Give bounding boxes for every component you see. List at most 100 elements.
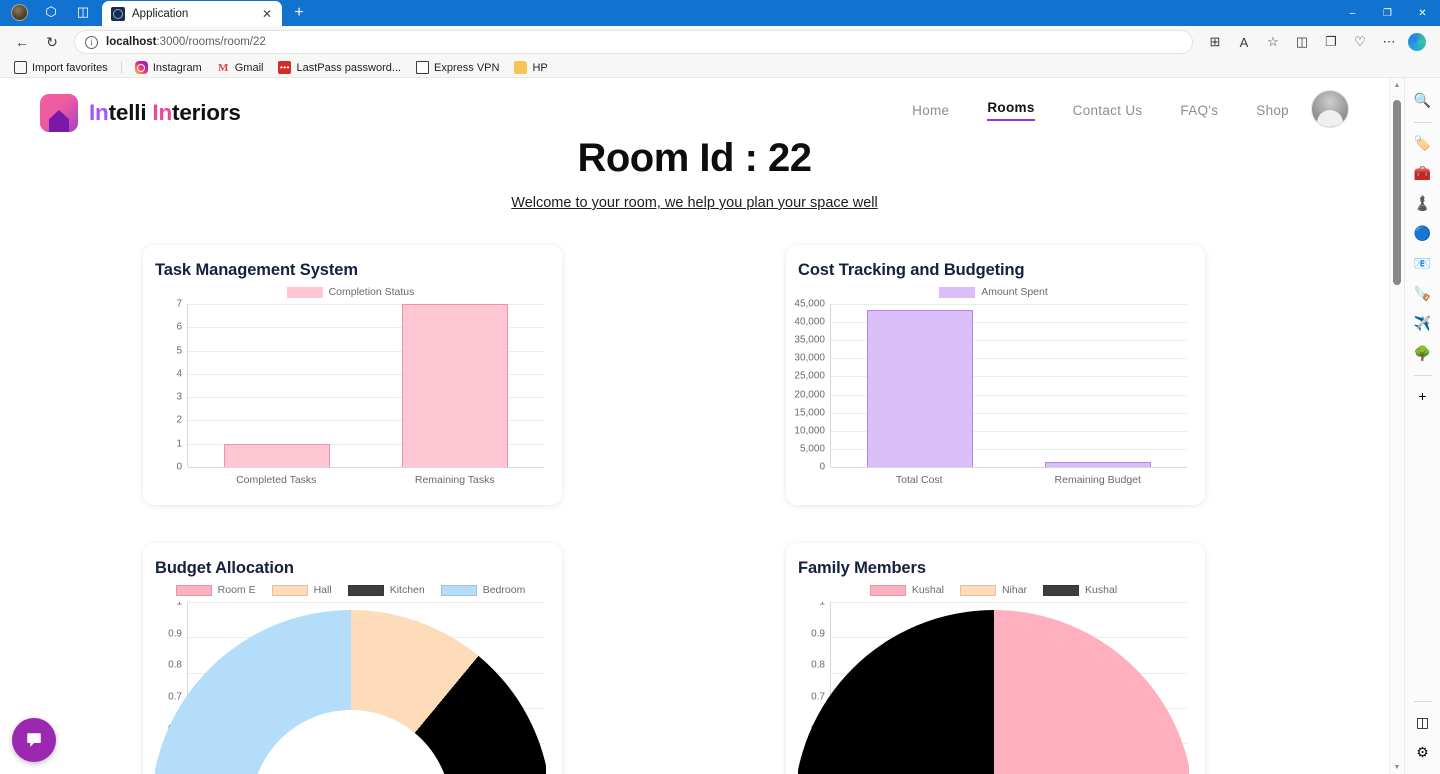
- chart-legend: Amount Spent: [798, 286, 1189, 298]
- browser-essentials-icon[interactable]: ♡: [1346, 29, 1374, 55]
- bars: [831, 304, 1187, 467]
- scroll-down-arrow-icon[interactable]: ▼: [1390, 760, 1404, 774]
- split-tabs-icon[interactable]: ⊞: [1201, 29, 1229, 55]
- bookmark-lastpass[interactable]: ••• LastPass password...: [272, 60, 407, 75]
- bookmark-gmail[interactable]: M Gmail: [211, 60, 270, 75]
- maximize-button[interactable]: ❐: [1370, 0, 1405, 26]
- bar-column[interactable]: [1009, 304, 1187, 467]
- y-tick-label: 1: [176, 602, 182, 608]
- legend-swatch: [869, 584, 906, 596]
- copilot-icon[interactable]: 🔵: [1409, 219, 1437, 247]
- shopping-tag-icon[interactable]: 🏷️: [1409, 129, 1437, 157]
- y-tick-label: 0.8: [811, 659, 825, 671]
- scroll-up-arrow-icon[interactable]: ▲: [1390, 78, 1404, 92]
- bookmark-express-vpn[interactable]: Express VPN: [410, 60, 505, 75]
- bookmark-hp[interactable]: HP: [508, 60, 553, 75]
- search-icon[interactable]: 🔍: [1409, 86, 1437, 114]
- sidebar-settings-gear-icon[interactable]: ⚙: [1409, 738, 1437, 766]
- y-tick-label: 0.8: [168, 659, 182, 671]
- doughnut-hole: [250, 710, 451, 774]
- legend-item[interactable]: Amount Spent: [939, 286, 1048, 298]
- nav-item-rooms[interactable]: Rooms: [987, 100, 1035, 121]
- legend-swatch: [939, 286, 976, 298]
- collections-icon[interactable]: ❐: [1317, 29, 1345, 55]
- legend-item[interactable]: Room E: [175, 584, 256, 596]
- browser-tab-application[interactable]: Application ✕: [102, 1, 282, 26]
- legend-item[interactable]: Nihar: [959, 584, 1027, 596]
- x-tick-label: Completed Tasks: [236, 474, 317, 486]
- nav-item-home[interactable]: Home: [912, 103, 949, 118]
- y-tick-label: 20,000: [794, 389, 825, 401]
- bookmarks-bar: Import favorites Instagram M Gmail ••• L…: [0, 58, 1440, 78]
- scrollbar-thumb[interactable]: [1393, 100, 1401, 285]
- copilot-button-icon[interactable]: [1408, 33, 1426, 51]
- settings-more-icon[interactable]: ⋯: [1375, 29, 1403, 55]
- reload-button[interactable]: ↻: [38, 29, 66, 55]
- split-screen-icon[interactable]: ◫: [1288, 29, 1316, 55]
- bar[interactable]: [1044, 461, 1152, 467]
- legend-item[interactable]: Kushal: [1043, 584, 1117, 596]
- tree-icon[interactable]: 🌳: [1409, 339, 1437, 367]
- telegram-icon[interactable]: ✈️: [1409, 309, 1437, 337]
- games-icon[interactable]: ♟️: [1409, 189, 1437, 217]
- bar-chart-cost: 0 5,000 10,000 15,000 20,000 25,000 30,000 35,0…: [794, 299, 1189, 489]
- nav-item-contact-us[interactable]: Contact Us: [1073, 103, 1143, 118]
- toolbar-icons: ⊞ A ☆ ◫ ❐ ♡ ⋯: [1201, 29, 1432, 55]
- outlook-icon[interactable]: 📧: [1409, 249, 1437, 277]
- brand-logo[interactable]: Intelli Interiors: [40, 94, 241, 132]
- legend-item[interactable]: Bedroom: [440, 584, 526, 596]
- bookmark-label: Instagram: [152, 61, 202, 74]
- page-scrollbar[interactable]: ▲ ▼: [1389, 78, 1404, 774]
- favorites-star-icon[interactable]: ☆: [1259, 29, 1287, 55]
- bar-chart-task: 0 1 2 3 4 5 6 7 Completed Tasks Remaining Tasks: [155, 299, 546, 489]
- bar[interactable]: [401, 304, 509, 467]
- nav-item-shop[interactable]: Shop: [1256, 103, 1289, 118]
- user-avatar[interactable]: [1311, 90, 1349, 128]
- bar-column[interactable]: [366, 304, 544, 467]
- y-tick-label: 35,000: [794, 334, 825, 346]
- legend-item[interactable]: Kushal: [869, 584, 944, 596]
- legend-swatch: [959, 584, 996, 596]
- x-axis-labels: Total Cost Remaining Budget: [830, 469, 1187, 489]
- bookmark-import-favorites[interactable]: Import favorites: [8, 60, 114, 75]
- y-tick-label: 7: [176, 298, 182, 310]
- bar[interactable]: [223, 443, 331, 467]
- profile-avatar-icon[interactable]: [4, 0, 34, 24]
- page-subtitle: Welcome to your room, we help you plan y…: [511, 195, 878, 211]
- gmail-icon: M: [218, 61, 229, 74]
- tab-actions-icon[interactable]: ◫: [68, 0, 98, 24]
- legend-swatch: [347, 584, 384, 596]
- page-title: Room Id : 22: [577, 136, 812, 180]
- tools-box-icon[interactable]: 🧰: [1409, 159, 1437, 187]
- tab-favicon-icon: [111, 6, 125, 21]
- split-screen-icon[interactable]: ◫: [1409, 708, 1437, 736]
- address-bar[interactable]: i localhost:3000/rooms/room/22: [74, 30, 1193, 54]
- copilot-workspaces-icon[interactable]: ⬡: [36, 0, 66, 24]
- gridline: [831, 602, 1187, 603]
- bar[interactable]: [866, 309, 974, 467]
- read-aloud-icon[interactable]: A: [1230, 29, 1258, 55]
- drop-tools-icon[interactable]: 🪚: [1409, 279, 1437, 307]
- legend-item[interactable]: Kitchen: [347, 584, 425, 596]
- legend-label: Room E: [217, 584, 256, 596]
- legend-item[interactable]: Hall: [271, 584, 332, 596]
- bookmark-instagram[interactable]: Instagram: [129, 60, 208, 75]
- chat-bubble-button[interactable]: [12, 718, 56, 762]
- bar-column[interactable]: [188, 304, 366, 467]
- chat-bubble-icon: [27, 733, 41, 747]
- add-sidebar-icon[interactable]: +: [1409, 382, 1437, 410]
- close-window-button[interactable]: ✕: [1405, 0, 1440, 26]
- legend-item[interactable]: Completion Status: [286, 286, 414, 298]
- scrollbar-track[interactable]: [1393, 92, 1401, 760]
- back-button[interactable]: ←: [8, 29, 36, 55]
- card-budget-allocation: Budget Allocation Room E Hall Kitchen Bedro…: [143, 543, 562, 774]
- new-tab-button[interactable]: +: [286, 2, 312, 24]
- dashboard-grid: Task Management System Completion Status…: [0, 211, 1389, 774]
- site-info-icon[interactable]: i: [85, 35, 98, 49]
- legend-label: Bedroom: [482, 584, 526, 596]
- tab-close-icon[interactable]: ✕: [259, 6, 275, 22]
- nav-item-faqs[interactable]: FAQ's: [1180, 103, 1218, 118]
- bar-column[interactable]: [831, 304, 1009, 467]
- minimize-button[interactable]: –: [1335, 0, 1370, 26]
- y-tick-label: 0.9: [168, 628, 182, 640]
